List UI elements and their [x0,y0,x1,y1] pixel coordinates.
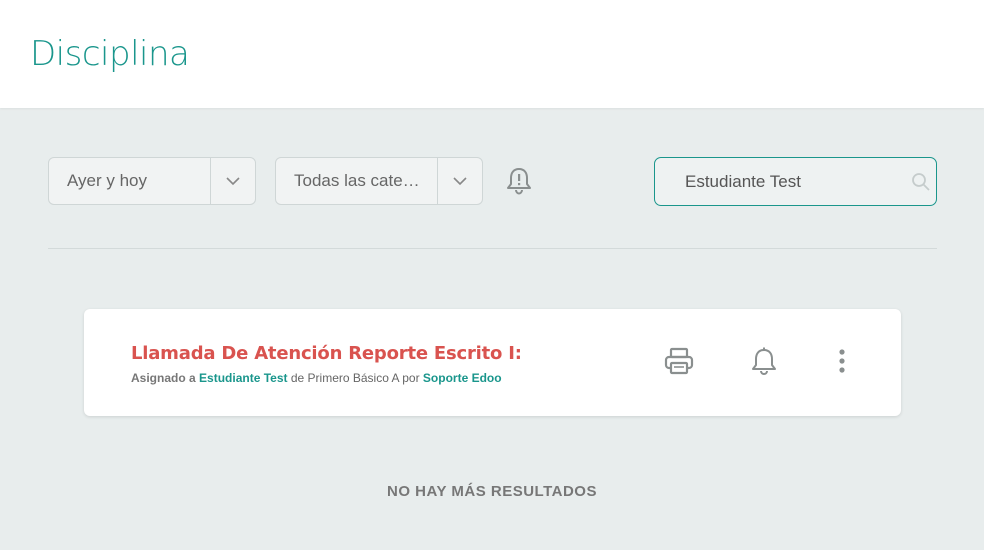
discipline-report-card[interactable]: Llamada De Atención Reporte Escrito I: A… [84,309,901,416]
page-header: Disciplina [0,0,984,108]
date-range-select[interactable]: Ayer y hoy [48,157,256,205]
author-link[interactable]: Soporte Edoo [423,371,502,385]
bell-icon[interactable] [748,345,780,377]
printer-icon[interactable] [663,345,695,377]
chevron-down-icon[interactable] [437,158,482,204]
date-range-value: Ayer y hoy [67,171,148,190]
assigned-prefix: Asignado a [131,371,196,385]
student-link[interactable]: Estudiante Test [199,371,287,385]
no-more-results-text: NO HAY MÁS RESULTADOS [387,483,597,500]
bell-alert-icon[interactable] [503,164,535,198]
more-vertical-icon[interactable] [826,345,858,377]
group-text: de Primero Básico A por [290,371,420,385]
page-title: Disciplina [30,34,190,74]
divider [48,248,937,249]
search-icon[interactable] [906,172,936,192]
report-subtitle: Asignado a Estudiante Test de Primero Bá… [131,371,502,385]
category-value: Todas las cate… [294,171,420,190]
report-title[interactable]: Llamada De Atención Reporte Escrito I: [131,343,522,364]
chevron-down-icon[interactable] [210,158,255,204]
search-box[interactable] [654,157,937,206]
search-input[interactable] [655,158,906,205]
category-select[interactable]: Todas las cate… [275,157,483,205]
